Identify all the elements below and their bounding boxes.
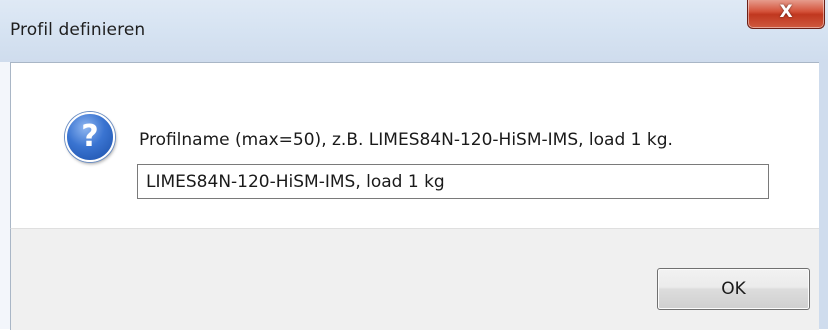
- question-icon: ?: [65, 112, 115, 162]
- close-icon: X: [779, 2, 793, 22]
- window-title: Profil definieren: [10, 20, 146, 40]
- prompt-label: Profilname (max=50), z.B. LIMES84N-120-H…: [139, 130, 673, 150]
- profile-name-input[interactable]: [137, 164, 769, 199]
- ok-button[interactable]: OK: [657, 268, 810, 310]
- title-bar[interactable]: Profil definieren X: [0, 0, 828, 62]
- window-frame-right: [818, 62, 828, 329]
- question-mark-glyph: ?: [81, 119, 99, 154]
- input-dialog: Profil definieren X ? Profilname (max=50…: [0, 0, 828, 330]
- close-button[interactable]: X: [747, 0, 825, 29]
